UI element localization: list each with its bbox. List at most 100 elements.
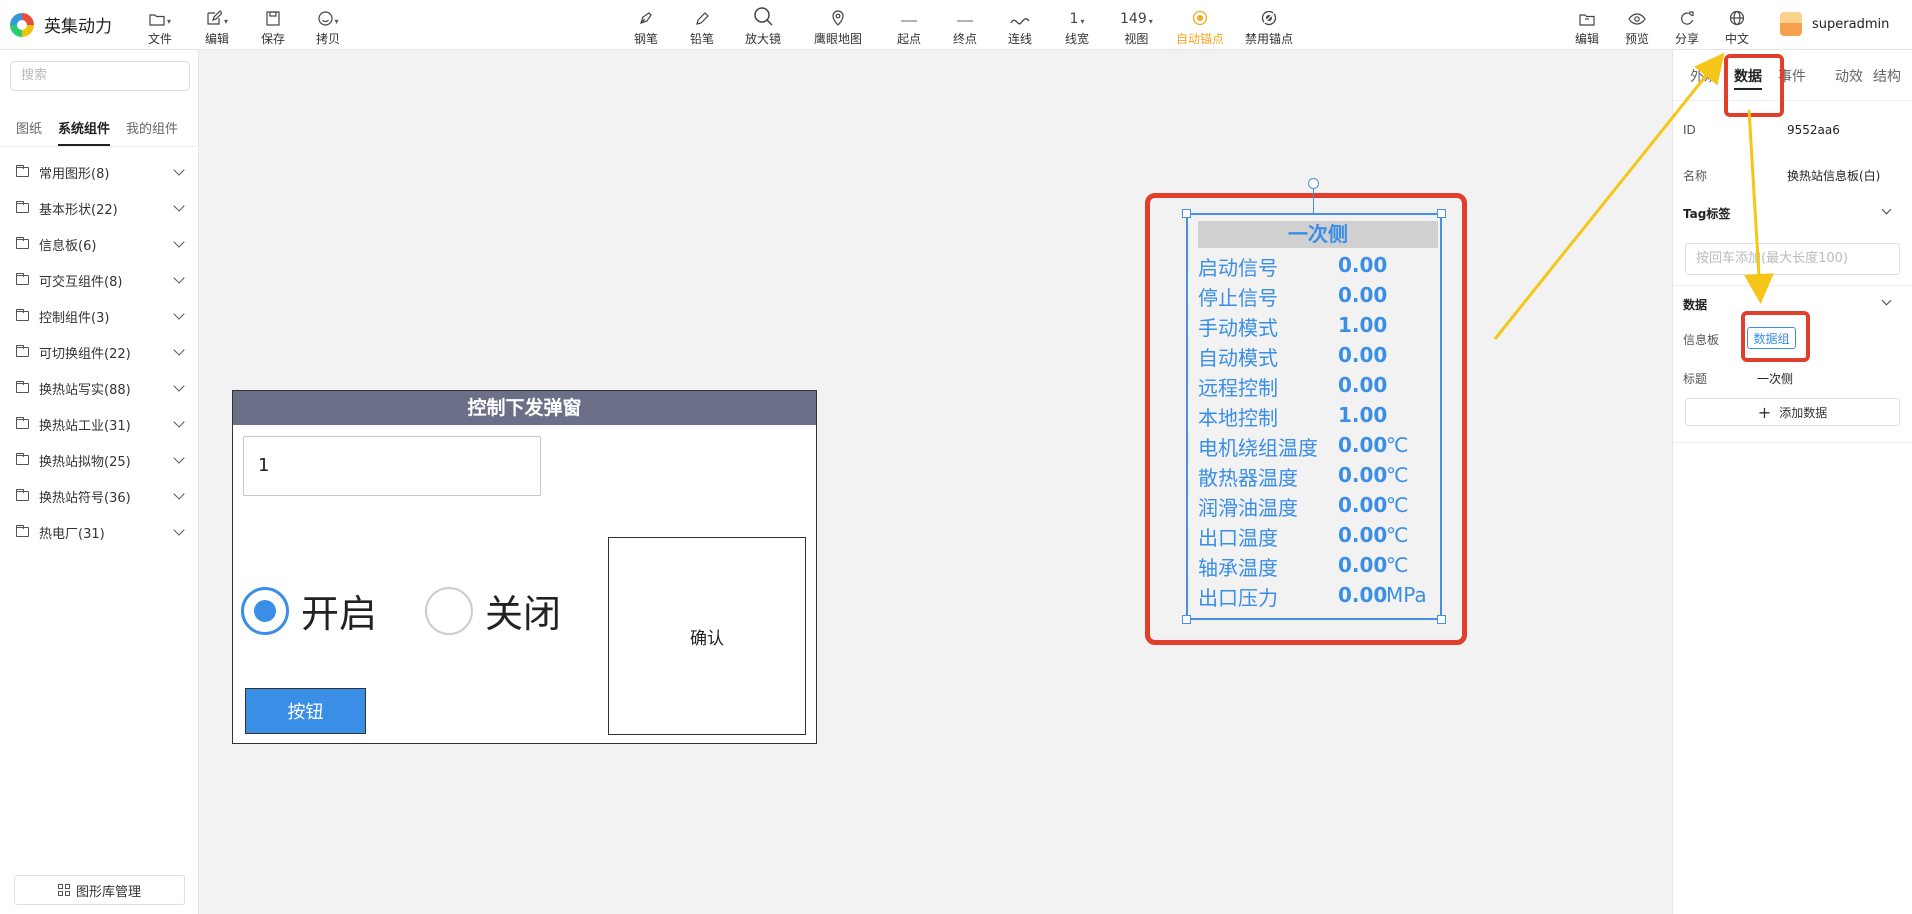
info-board-row: 出口温度 0.00 ℃ [1198,520,1442,550]
chevron-down-icon [173,488,185,500]
tab-system-components[interactable]: 系统组件 [42,116,111,146]
line-start-tool[interactable]: 起点 [897,6,921,47]
category-item[interactable]: 换热站工业(31) [0,406,199,442]
category-item[interactable]: 可切换组件(22) [0,334,199,370]
category-item[interactable]: 换热站拟物(25) [0,442,199,478]
chevron-down-icon [173,308,185,320]
view-label: 视图 [1124,32,1149,46]
category-item[interactable]: 信息板(6) [0,226,199,262]
user-menu[interactable]: superadmin [1780,12,1889,36]
rotate-line [1313,189,1314,213]
confirm-button[interactable]: 确认 [608,537,806,735]
tab-my-components[interactable]: 我的组件 [110,116,178,146]
popup-title: 控制下发弹窗 [233,391,816,425]
divider [1673,100,1912,101]
category-item[interactable]: 基本形状(22) [0,190,199,226]
rotate-handle[interactable] [1308,178,1319,189]
line-width-number: 1 [1069,11,1079,27]
category-item[interactable]: 换热站符号(36) [0,478,199,514]
tab-structure[interactable]: 结构 [1873,66,1901,86]
row-value: 0.00 [1338,463,1388,487]
info-board-row: 出口压力 0.00 MPa [1198,580,1442,610]
eagle-map-tool[interactable]: 鹰眼地图 [814,6,862,47]
id-label: ID [1683,123,1696,137]
row-value: 0.00 [1338,553,1388,577]
edit-menu[interactable]: ▾ 编辑 [205,6,229,47]
row-value: 1.00 [1338,403,1388,427]
chevron-down-icon[interactable] [1881,295,1892,306]
row-unit: MPa [1386,583,1427,607]
category-label: 可交互组件(8) [39,274,123,290]
popup-button[interactable]: 按钮 [245,688,366,734]
auto-anchor-tool[interactable]: 自动锚点 [1176,6,1224,47]
info-board-row: 散热器温度 0.00 ℃ [1198,460,1442,490]
divider [1673,442,1912,443]
tab-drawings[interactable]: 图纸 [0,116,42,146]
title-value[interactable]: 一次侧 [1757,370,1793,387]
tab-animation[interactable]: 动效 [1835,66,1863,86]
add-data-button[interactable]: + 添加数据 [1685,398,1900,426]
control-popup-component[interactable]: 控制下发弹窗 1 开启 关闭 确认 按钮 [232,390,817,744]
folder-icon [16,237,29,249]
view-select[interactable]: 149 ▾ 视图 [1120,6,1153,47]
row-value: 0.00 [1338,433,1388,457]
edit-label: 编辑 [205,32,230,46]
popup-value-input[interactable]: 1 [243,436,541,496]
globe-icon [1729,6,1745,26]
folder-icon [16,525,29,537]
pen-tool[interactable]: 钢笔 [634,6,658,47]
chevron-down-icon [173,452,185,464]
chevron-down-icon [173,200,185,212]
line-end-tool[interactable]: 终点 [953,6,977,47]
user-name: superadmin [1812,16,1890,32]
radio-open-label: 开启 [301,592,378,636]
line-width-select[interactable]: 1 ▾ 线宽 [1065,6,1089,47]
resize-handle[interactable] [1437,615,1446,624]
avatar [1780,12,1802,36]
search-input[interactable]: 搜索 [10,61,190,91]
radio-close[interactable]: 关闭 [425,583,561,638]
row-unit: ℃ [1386,553,1409,577]
category-item[interactable]: 常用图形(8) [0,154,199,190]
resize-handle[interactable] [1437,209,1446,218]
chevron-down-icon[interactable] [1881,204,1892,215]
row-unit: ℃ [1386,463,1409,487]
category-item[interactable]: 热电厂(31) [0,514,199,550]
property-panel: 外观 数据 事件 动效 结构 ID 9552aa6 名称 换热站信息板(白) T… [1672,50,1912,914]
resize-handle[interactable] [1182,209,1191,218]
radio-open[interactable]: 开启 [241,583,377,638]
info-board-row: 本地控制 1.00 [1198,400,1442,430]
tab-appearance[interactable]: 外观 [1690,66,1718,86]
category-label: 换热站拟物(25) [39,454,131,470]
row-label: 停止信号 [1198,286,1278,310]
name-label: 名称 [1683,169,1708,183]
category-item[interactable]: 可交互组件(8) [0,262,199,298]
add-data-label: 添加数据 [1779,405,1828,420]
save-button[interactable]: 保存 [261,6,285,47]
data-section-header[interactable]: 数据 [1683,296,1707,313]
library-manage-button[interactable]: 图形库管理 [14,875,185,905]
resize-handle[interactable] [1182,615,1191,624]
file-menu[interactable]: ▾ 文件 [148,6,172,47]
chevron-down-icon [173,344,185,356]
line-start-label: 起点 [897,32,922,46]
disable-anchor-tool[interactable]: 禁用锚点 [1245,6,1293,47]
category-item[interactable]: 换热站写实(88) [0,370,199,406]
info-board-row: 轴承温度 0.00 ℃ [1198,550,1442,580]
chevron-down-icon [173,524,185,536]
tag-section-header[interactable]: Tag标签 [1683,205,1730,222]
copy-menu[interactable]: ▾ 拷贝 [316,6,340,47]
preview-button[interactable]: 预览 [1625,6,1649,47]
pencil-tool[interactable]: 铅笔 [690,6,714,47]
magnifier-tool[interactable]: 放大镜 [745,6,781,47]
info-board-row: 停止信号 0.00 [1198,280,1442,310]
app-logo: 英集动力 [10,12,112,37]
save-icon [266,6,280,26]
edit-mode-button[interactable]: 编辑 [1575,6,1599,47]
line-end-label: 终点 [953,32,978,46]
language-button[interactable]: 中文 [1725,6,1749,47]
connect-line-tool[interactable]: 连线 [1008,6,1032,47]
category-item[interactable]: 控制组件(3) [0,298,199,334]
tag-input[interactable]: 按回车添加(最大长度100) [1685,243,1900,275]
share-button[interactable]: 分享 [1675,6,1699,47]
